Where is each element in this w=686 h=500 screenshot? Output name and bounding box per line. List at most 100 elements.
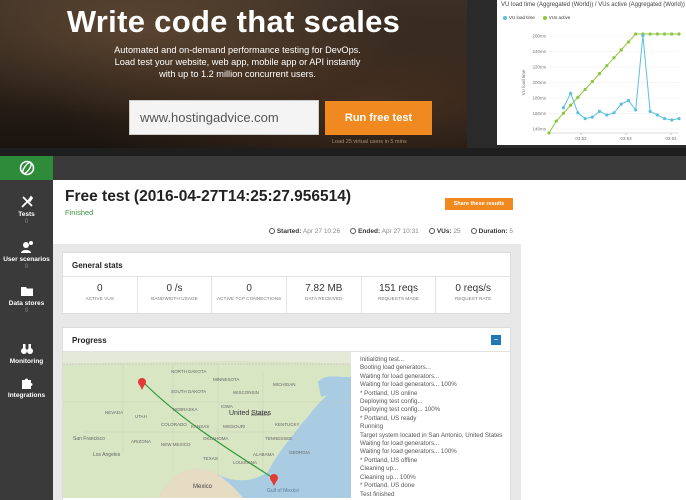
hero-subtitle: Automated and on-demand performance test… <box>114 45 361 79</box>
map-label: NEVADA <box>105 410 124 415</box>
map-label: UTAH <box>135 414 147 419</box>
collapse-button[interactable]: − <box>491 335 501 345</box>
map-label: Mexico <box>193 484 213 490</box>
meta-value: 5 <box>509 228 513 235</box>
stat-active-vus: 0 ACTIVE VUS <box>63 277 138 313</box>
series-point-vus-active <box>619 48 623 52</box>
series-point-vus-active <box>583 87 587 92</box>
series-point-load-time <box>597 109 602 113</box>
sidebar-item-tests[interactable]: Tests 0 <box>0 195 53 225</box>
y-tick-label: 160ms <box>532 111 546 116</box>
series-point-vus-active <box>569 103 573 107</box>
series-line-vus-active <box>548 33 679 134</box>
sidebar-item-integrations[interactable]: Integrations <box>0 376 53 399</box>
stat-tcp: 0 ACTIVE TCP CONNECTIONS <box>212 277 288 313</box>
url-input[interactable] <box>129 100 319 135</box>
stat-bandwidth: 0 /s BANDWIDTH USAGE <box>138 277 213 313</box>
series-point-load-time <box>583 116 587 121</box>
series-point-load-time <box>561 106 566 110</box>
y-tick-label: 140ms <box>532 127 546 132</box>
series-point-load-time <box>662 116 667 121</box>
hero-banner: Write code that scales Automated and on-… <box>0 0 467 148</box>
stat-value: 0 <box>246 283 252 294</box>
stat-requests-made: 151 reqs REQUESTS MADE <box>362 277 437 313</box>
map-label: GEORGIA <box>289 450 311 455</box>
map-label: TEXAS <box>203 456 218 461</box>
sidebar-item-label: User scenarios <box>3 256 50 263</box>
top-chart-svg: 260ms 240ms 220ms 200ms 180ms 160ms 140ms VU lo… <box>521 32 681 141</box>
run-free-test-button[interactable]: Run free test <box>325 101 432 135</box>
map-label: SOUTH DAKOTA <box>171 389 207 394</box>
sidebar-item-label: Tests <box>18 211 35 218</box>
stat-value: 0 reqs/s <box>455 283 491 294</box>
log-line: Running <box>360 423 384 431</box>
y-axis-label: VU load time <box>521 69 526 95</box>
series-point-vus-active <box>677 32 681 36</box>
users-icon <box>428 228 435 234</box>
card-title: Progress <box>63 328 510 352</box>
series-point-vus-active <box>547 131 551 135</box>
y-tick-label: 200ms <box>532 80 546 85</box>
log-line: Waiting for load generators... <box>360 440 440 448</box>
map-label: MINNESOTA <box>213 377 240 382</box>
series-point-load-time <box>590 115 594 119</box>
sidebar: Tests 0 User scenarios 0 Data stores 0 M… <box>0 180 53 500</box>
x-tick-label: 03:52 <box>575 136 587 141</box>
stat-data-received: 7.82 MB DATA RECEIVED <box>287 277 362 313</box>
status-badge: Finished <box>65 208 94 217</box>
stat-request-rate: 0 reqs/s REQUEST RATE <box>436 277 510 313</box>
folder-icon <box>20 287 33 296</box>
series-point-load-time <box>670 118 674 122</box>
sidebar-item-data-stores[interactable]: Data stores 0 <box>0 284 53 314</box>
share-results-button[interactable]: Share these results <box>445 198 513 210</box>
map-label: KANSAS <box>191 424 210 429</box>
meta-value: Apr 27 10:31 <box>381 228 419 235</box>
card-title: General stats <box>63 253 510 277</box>
meta-label: Duration: <box>478 228 508 235</box>
series-point-vus-active <box>612 56 616 60</box>
map-label: Los Angeles <box>93 452 121 458</box>
hero-title: Write code that scales <box>66 4 401 39</box>
map[interactable]: NORTH DAKOTA SOUTH DAKOTA MINNESOTA WISC… <box>63 352 351 498</box>
stat-label: ACTIVE VUS <box>85 296 114 301</box>
progress-card: Progress − NORTH DAKOTA SOUTH DAKOTA MIN… <box>62 327 511 500</box>
puzzle-icon <box>21 378 32 389</box>
sidebar-item-user-scenarios[interactable]: User scenarios 0 <box>0 240 53 270</box>
x-tick-label: 03:54 <box>665 136 677 141</box>
log-line: * Portland, US offline <box>360 456 418 464</box>
sidebar-item-label: Data stores <box>8 300 45 307</box>
sidebar-item-label: Integrations <box>7 392 46 399</box>
log-line: Waiting for load generators... <box>360 372 440 380</box>
meta-ended: Ended: Apr 27 10:31 <box>350 228 419 235</box>
series-point-vus-active <box>590 79 594 84</box>
y-tick-label: 220ms <box>532 65 546 70</box>
log-line: * Portland, US done <box>360 482 415 490</box>
map-label: San Francisco <box>73 436 105 442</box>
stats-row: 0 ACTIVE VUS 0 /s BANDWIDTH USAGE 0 ACTI… <box>63 277 510 313</box>
page-title: Free test (2016-04-27T14:25:27.956514) <box>65 188 352 205</box>
series-point-vus-active <box>554 119 558 123</box>
stat-value: 7.82 MB <box>305 283 343 294</box>
log-line: Waiting for load generators... 100% <box>360 448 457 456</box>
map-label: TENNESSEE <box>265 436 293 441</box>
map-label: United States <box>229 410 272 417</box>
main-content: Free test (2016-04-27T14:25:27.956514) F… <box>53 180 686 500</box>
stat-label: REQUEST RATE <box>454 296 492 301</box>
map-label: MICHIGAN <box>273 382 296 387</box>
series-point-vus-active <box>561 111 566 115</box>
sidebar-item-count: 0 <box>24 264 29 270</box>
test-meta: Started: Apr 27 10:26 Ended: Apr 27 10:3… <box>268 228 513 235</box>
top-chart-panel: VU load time (Aggregated (World)) / VUs … <box>497 0 686 145</box>
series-point-vus-active <box>648 32 652 36</box>
logo[interactable] <box>0 156 53 180</box>
sidebar-item-count: 0 <box>24 219 29 225</box>
map-label: NORTH DAKOTA <box>171 369 207 374</box>
stat-label: BANDWIDTH USAGE <box>151 296 198 301</box>
map-label: ARIZONA <box>131 439 152 444</box>
meta-label: Started: <box>276 228 302 235</box>
clock-icon <box>350 228 357 234</box>
sidebar-item-monitoring[interactable]: Monitoring <box>0 342 53 365</box>
series-point-vus-active <box>634 32 638 36</box>
map-label: KENTUCKY <box>275 422 300 427</box>
log-line: Initializing test... <box>360 356 405 363</box>
